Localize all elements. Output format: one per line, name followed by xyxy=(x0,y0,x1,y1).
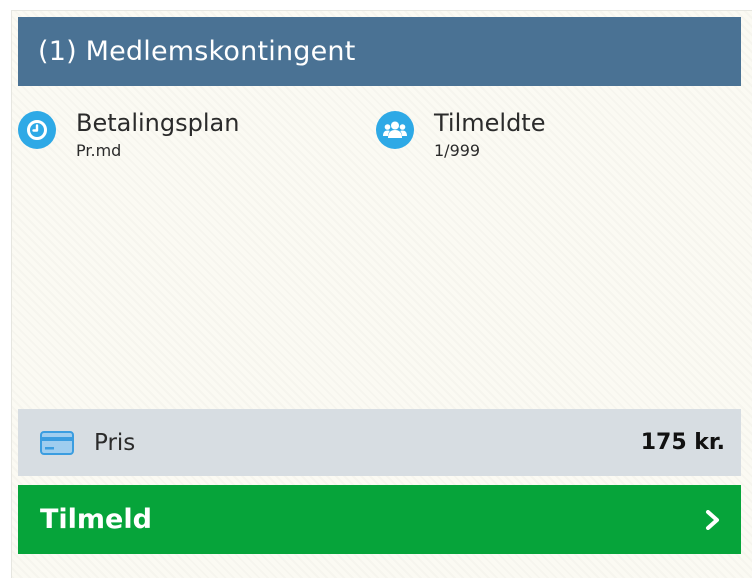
card-header: (1) Medlemskontingent xyxy=(18,17,741,86)
signup-button-label: Tilmeld xyxy=(40,504,152,535)
price-label: Pris xyxy=(94,429,136,456)
price-row: Pris 175 kr. xyxy=(18,409,741,476)
chevron-right-icon xyxy=(706,509,719,530)
registered-value: 1/999 xyxy=(434,141,481,160)
payment-plan-label: Betalingsplan xyxy=(76,109,240,137)
registered-label: Tilmeldte xyxy=(434,109,546,137)
credit-card-icon xyxy=(40,430,74,455)
signup-button[interactable]: Tilmeld xyxy=(18,485,741,554)
registered-info: Tilmeldte 1/999 xyxy=(376,107,545,162)
payment-plan-value: Pr.md xyxy=(76,141,122,160)
card-title: (1) Medlemskontingent xyxy=(38,36,356,67)
clock-icon xyxy=(18,111,56,149)
users-icon xyxy=(376,111,414,149)
payment-plan-info: Betalingsplan Pr.md xyxy=(18,107,239,162)
price-value: 175 kr. xyxy=(640,430,725,455)
